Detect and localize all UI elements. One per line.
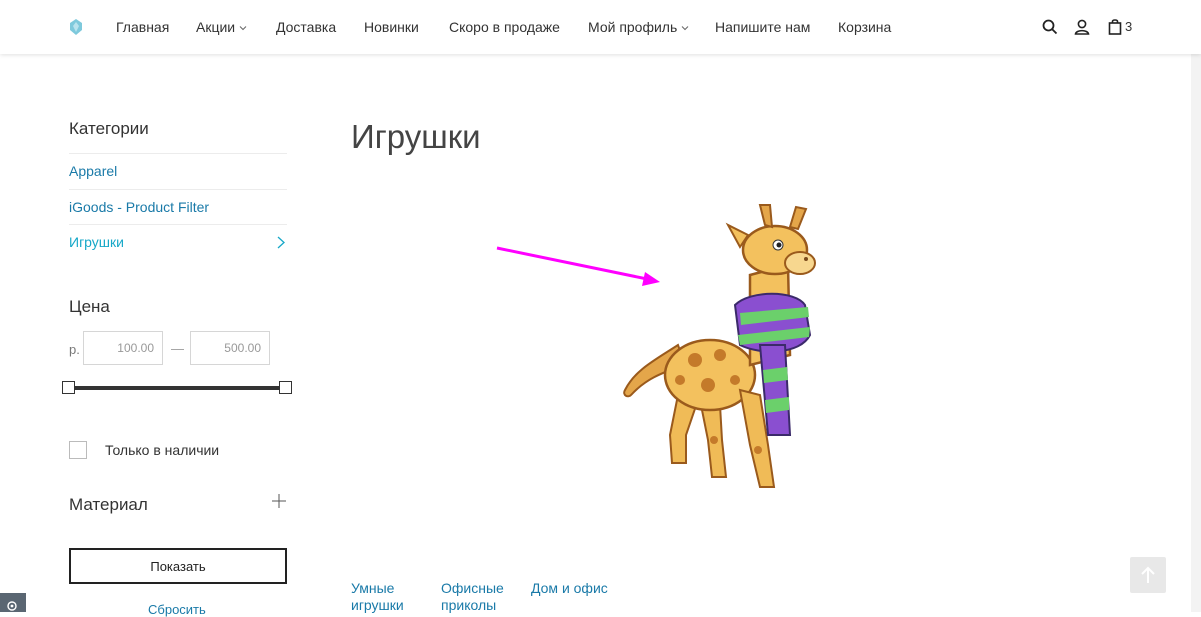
nav-profile[interactable]: Мой профиль — [588, 18, 689, 36]
page-title: Игрушки — [351, 118, 481, 155]
chevron-down-icon — [681, 26, 689, 31]
logo-icon[interactable] — [68, 18, 84, 36]
currency-label: р. — [69, 342, 80, 357]
price-separator: — — [171, 341, 184, 356]
nav-new[interactable]: Новинки — [364, 18, 419, 36]
arrow-up-icon — [1141, 566, 1155, 583]
price-slider-min-handle[interactable] — [62, 381, 75, 394]
scroll-to-top-button[interactable] — [1130, 557, 1166, 593]
subcategory-line: Офисные — [441, 580, 504, 596]
material-title[interactable]: Материал — [69, 495, 148, 515]
subcategory-line: игрушки — [351, 597, 404, 613]
category-igoods-product-filter[interactable]: iGoods - Product Filter — [69, 189, 287, 225]
cart-count-badge[interactable]: 3 — [1125, 19, 1132, 34]
subcategory-office-pranks[interactable]: Офисные приколы — [441, 580, 504, 614]
in-stock-checkbox[interactable] — [69, 441, 87, 459]
show-button[interactable]: Показать — [69, 548, 287, 584]
subcategory-home-office[interactable]: Дом и офис — [531, 580, 608, 597]
reset-link[interactable]: Сбросить — [148, 602, 206, 617]
site-header: Главная Акции Доставка Новинки Скоро в п… — [0, 0, 1201, 54]
nav-home[interactable]: Главная — [116, 18, 169, 36]
plus-icon[interactable] — [272, 494, 286, 508]
page-scrollbar[interactable] — [1191, 54, 1201, 612]
price-max-input[interactable] — [190, 331, 270, 365]
subcategory-line: Дом и офис — [531, 580, 608, 596]
user-icon[interactable] — [1073, 18, 1091, 36]
category-apparel[interactable]: Apparel — [69, 153, 287, 189]
in-stock-label[interactable]: Только в наличии — [105, 442, 219, 458]
price-slider-track[interactable] — [69, 386, 286, 390]
price-slider-max-handle[interactable] — [279, 381, 292, 394]
nav-cart[interactable]: Корзина — [838, 18, 891, 36]
chevron-down-icon — [239, 26, 247, 31]
subcategory-smart-toys[interactable]: Умные игрушки — [351, 580, 404, 614]
subcategory-line: Умные — [351, 580, 395, 596]
categories-title: Категории — [69, 119, 149, 138]
nav-promotions[interactable]: Акции — [196, 18, 247, 36]
settings-gear-icon[interactable] — [0, 593, 26, 612]
chevron-right-icon — [277, 236, 285, 249]
giraffe-toy-image — [623, 204, 816, 488]
cart-bag-icon[interactable] — [1106, 18, 1124, 36]
price-min-input[interactable] — [83, 331, 163, 365]
nav-promotions-label: Акции — [196, 19, 236, 35]
gear-icon — [7, 601, 17, 611]
search-icon[interactable] — [1041, 18, 1059, 36]
nav-contact[interactable]: Напишите нам — [715, 18, 810, 36]
subcategory-line: приколы — [441, 597, 497, 613]
category-toys[interactable]: Игрушки — [69, 224, 287, 260]
category-toys-label: Игрушки — [69, 234, 124, 250]
nav-coming-soon[interactable]: Скоро в продаже — [449, 18, 560, 36]
nav-profile-label: Мой профиль — [588, 19, 678, 35]
price-title: Цена — [69, 297, 110, 316]
nav-delivery[interactable]: Доставка — [276, 18, 336, 36]
